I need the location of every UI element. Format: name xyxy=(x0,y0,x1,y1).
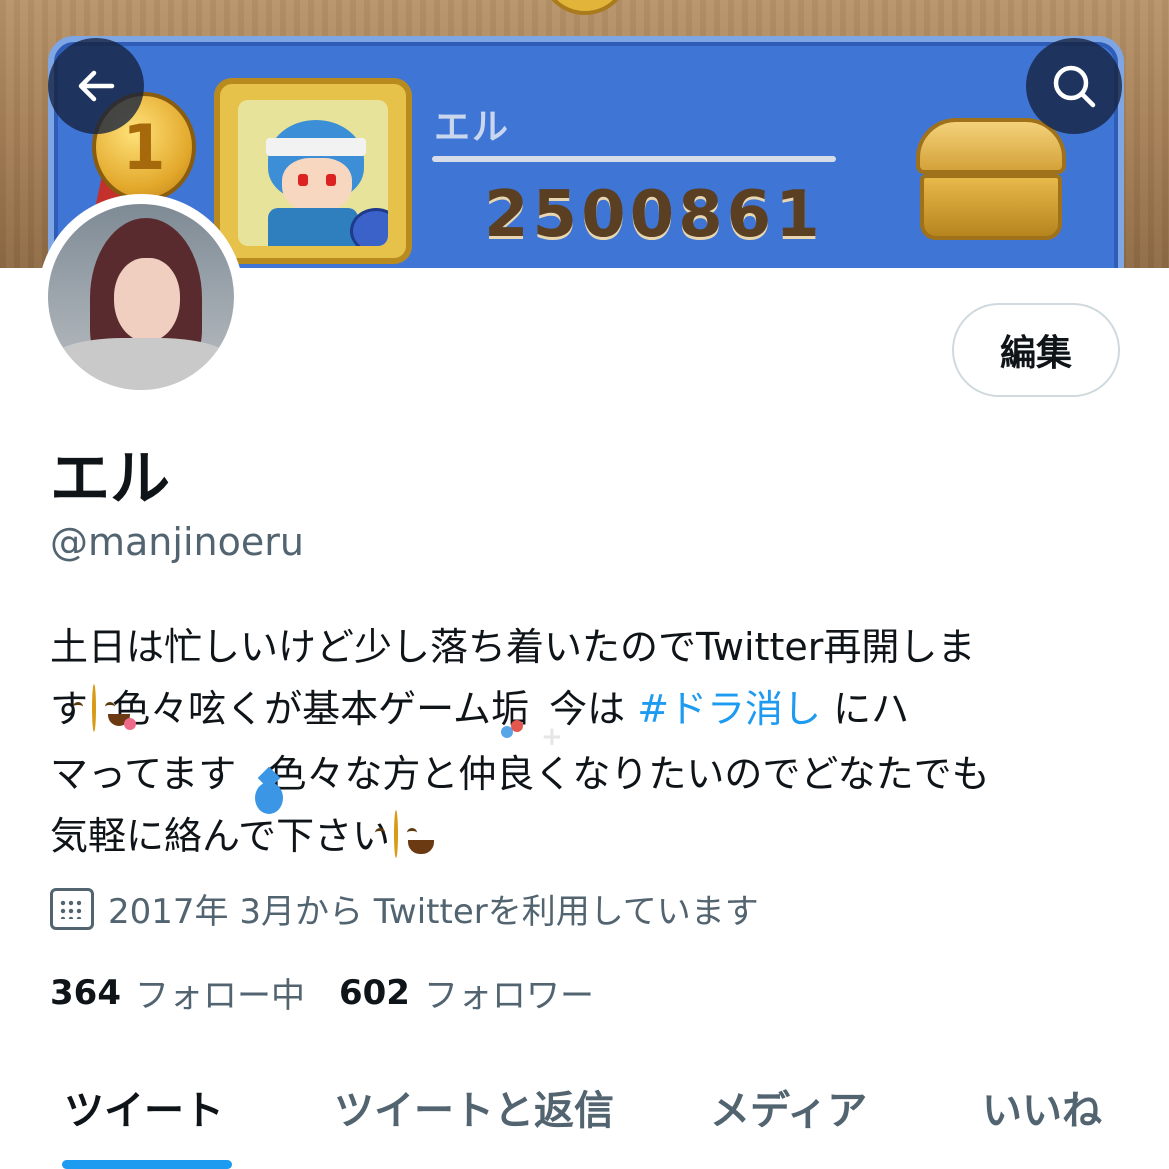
back-button[interactable] xyxy=(48,38,144,134)
joined-text: 2017年 3月から Twitterを利用しています xyxy=(108,892,759,932)
bio-line: マってます 色々な方と仲良くなりたいのでどなたでも xyxy=(50,743,1130,814)
treasure-chest-icon xyxy=(916,118,1066,242)
user-handle: @manjinoeru xyxy=(50,520,304,564)
joined-date: 2017年 3月から Twitterを利用しています xyxy=(50,884,759,933)
following-link[interactable]: 364 フォロー中 xyxy=(50,968,305,1017)
banner-player-name: エル xyxy=(434,107,511,148)
character-portrait xyxy=(214,78,412,264)
bio-line: 気軽に絡んで下さい xyxy=(50,805,1130,870)
tab-tweets[interactable]: ツイート xyxy=(64,1078,224,1136)
tab-likes[interactable]: いいね xyxy=(982,1078,1102,1136)
yum-face-emoji-icon xyxy=(92,677,137,739)
follow-stats: 364 フォロー中 602 フォロワー xyxy=(50,968,628,1017)
avatar[interactable] xyxy=(38,194,244,400)
followers-label: フォロワー xyxy=(423,976,594,1016)
search-icon xyxy=(1053,65,1096,108)
banner-divider xyxy=(432,156,836,162)
followers-link[interactable]: 602 フォロワー xyxy=(339,968,594,1017)
bio-line: 土日は忙しいけど少し落ち着いたのでTwitter再開しま xyxy=(50,625,976,669)
hashtag-link[interactable]: #ドラ消し xyxy=(637,687,821,731)
followers-count: 602 xyxy=(338,972,410,1013)
banner-score: 2500861 xyxy=(484,178,824,252)
calendar-icon xyxy=(50,887,94,930)
display-name: エル xyxy=(50,444,170,514)
active-tab-indicator xyxy=(62,1160,232,1169)
search-button[interactable] xyxy=(1026,38,1122,134)
following-count: 364 xyxy=(50,972,121,1013)
following-label: フォロー中 xyxy=(134,976,305,1016)
tab-tweets-and-replies[interactable]: ツイートと返信 xyxy=(334,1078,614,1136)
tab-media[interactable]: メディア xyxy=(710,1078,867,1136)
bio-line: す 色々呟くが基本ゲーム垢 今は #ドラ消し にハ xyxy=(50,678,1130,743)
laughing-face-emoji-icon xyxy=(394,803,435,865)
profile-bio: 土日は忙しいけど少し落ち着いたのでTwitter再開しま す 色々呟くが基本ゲー… xyxy=(50,616,1130,869)
character-image xyxy=(238,100,388,246)
back-arrow-icon xyxy=(78,70,115,102)
avatar-image xyxy=(48,204,234,390)
edit-profile-button[interactable]: 編集 xyxy=(952,303,1120,397)
